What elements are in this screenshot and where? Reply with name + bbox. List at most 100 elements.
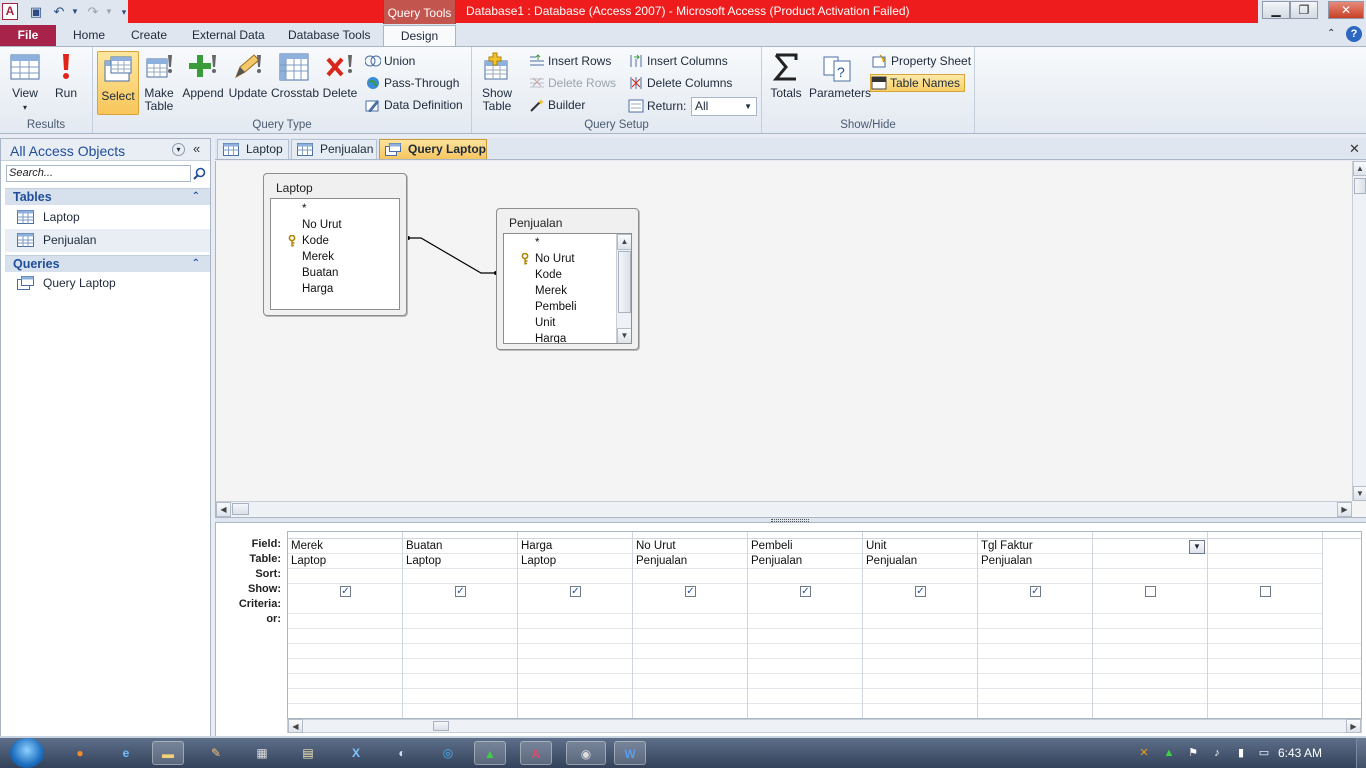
undo-dropdown-icon[interactable]: ▼ bbox=[66, 3, 84, 21]
grid-criteria-cell[interactable] bbox=[518, 599, 632, 614]
grid-table-cell[interactable]: Penjualan bbox=[748, 554, 862, 569]
grid-criteria-cell[interactable] bbox=[1208, 599, 1322, 614]
grid-horizontal-scrollbar[interactable]: ◀ ▶ bbox=[287, 719, 1362, 733]
doc-tab-penjualan[interactable]: Penjualan bbox=[291, 139, 377, 159]
field-item[interactable]: Merek bbox=[504, 283, 567, 299]
view-button[interactable]: View ▾ bbox=[6, 51, 44, 114]
field-dropdown-icon[interactable]: ▼ bbox=[1189, 540, 1205, 554]
collapse-section-icon[interactable]: ⌃ bbox=[192, 189, 200, 205]
field-list-title[interactable]: Penjualan bbox=[509, 216, 562, 230]
search-icon[interactable] bbox=[193, 167, 206, 180]
app-window-icon[interactable]: ◉ bbox=[566, 741, 606, 765]
show-checkbox[interactable]: ✓ bbox=[1030, 586, 1041, 597]
show-checkbox[interactable] bbox=[1145, 586, 1156, 597]
field-item-key[interactable]: No Urut bbox=[504, 251, 575, 267]
grid-field-cell[interactable]: Merek bbox=[288, 539, 402, 554]
show-table-button[interactable]: Show Table bbox=[478, 51, 516, 113]
grid-or-cell[interactable] bbox=[1093, 614, 1207, 629]
network-signal-icon[interactable]: ▮ bbox=[1234, 746, 1248, 760]
parameters-button[interactable]: ? Parameters bbox=[809, 51, 871, 100]
maximize-button[interactable]: ❐ bbox=[1290, 1, 1318, 19]
nav-menu-dropdown-icon[interactable]: ▾ bbox=[172, 143, 185, 156]
grid-column[interactable]: Merek Laptop ✓ bbox=[288, 532, 403, 718]
nav-item-query-laptop[interactable]: Query Laptop bbox=[5, 272, 210, 295]
delete-columns-button[interactable]: Delete Columns bbox=[628, 75, 732, 91]
field-list-scrollbar[interactable]: ▲ ▼ bbox=[616, 234, 631, 343]
scroll-up-icon[interactable]: ▲ bbox=[617, 234, 631, 250]
green-triangle-app-icon[interactable]: ▲ bbox=[474, 741, 506, 765]
scroll-thumb[interactable] bbox=[1354, 178, 1366, 194]
collapse-nav-icon[interactable]: « bbox=[193, 141, 200, 156]
close-document-icon[interactable]: ✕ bbox=[1349, 141, 1360, 157]
volume-icon[interactable]: ♪ bbox=[1210, 746, 1224, 760]
field-item-key[interactable]: Kode bbox=[271, 233, 329, 249]
nav-pane-title[interactable]: All Access Objects bbox=[10, 143, 125, 159]
field-item[interactable]: Harga bbox=[504, 331, 566, 343]
doc-tab-laptop[interactable]: Laptop bbox=[217, 139, 289, 159]
start-button-windows-icon[interactable] bbox=[10, 738, 44, 768]
grid-column[interactable] bbox=[1208, 532, 1323, 718]
minimize-button[interactable]: ▁ bbox=[1262, 1, 1290, 19]
grid-criteria-cell[interactable] bbox=[863, 599, 977, 614]
field-item[interactable]: Pembeli bbox=[504, 299, 577, 315]
scroll-up-icon[interactable]: ▲ bbox=[1353, 161, 1366, 176]
grid-field-cell[interactable]: Unit bbox=[863, 539, 977, 554]
grid-sort-cell[interactable] bbox=[863, 569, 977, 584]
design-pane-horizontal-scrollbar[interactable]: ◀ ▶ bbox=[216, 501, 1352, 517]
grid-column[interactable]: Tgl Faktur Penjualan ✓ bbox=[978, 532, 1093, 718]
grid-or-cell[interactable] bbox=[978, 614, 1092, 629]
field-item[interactable]: Unit bbox=[504, 315, 555, 331]
field-item[interactable]: * bbox=[271, 201, 306, 217]
grid-or-cell[interactable] bbox=[863, 614, 977, 629]
grid-or-cell[interactable] bbox=[403, 614, 517, 629]
scroll-right-icon[interactable]: ▶ bbox=[1337, 502, 1352, 517]
scroll-left-icon[interactable]: ◀ bbox=[216, 502, 231, 517]
nav-item-laptop[interactable]: Laptop bbox=[5, 206, 210, 229]
grid-criteria-cell[interactable] bbox=[978, 599, 1092, 614]
taskbar-clock[interactable]: 6:43 AM bbox=[1278, 746, 1322, 760]
grid-sort-cell[interactable] bbox=[518, 569, 632, 584]
field-item[interactable]: No Urut bbox=[271, 217, 342, 233]
grid-or-cell[interactable] bbox=[288, 614, 402, 629]
minimize-ribbon-icon[interactable]: ⌃ bbox=[1327, 28, 1335, 39]
make-table-button[interactable]: Make Table bbox=[141, 51, 177, 113]
calculator-icon[interactable]: ▦ bbox=[246, 741, 278, 765]
design-pane-vertical-scrollbar[interactable]: ▲ ▼ bbox=[1352, 161, 1366, 501]
tab-file[interactable]: File bbox=[0, 25, 56, 46]
show-checkbox[interactable]: ✓ bbox=[800, 586, 811, 597]
grid-table-cell[interactable]: Penjualan bbox=[863, 554, 977, 569]
show-checkbox[interactable]: ✓ bbox=[455, 586, 466, 597]
grid-field-cell[interactable]: No Urut bbox=[633, 539, 747, 554]
grid-column[interactable]: Unit Penjualan ✓ bbox=[863, 532, 978, 718]
grid-sort-cell[interactable] bbox=[1208, 569, 1322, 584]
file-explorer-icon[interactable]: ▬ bbox=[152, 741, 184, 765]
action-center-flag-icon[interactable]: ⚑ bbox=[1186, 746, 1200, 760]
append-button[interactable]: Append bbox=[181, 51, 225, 100]
scroll-right-icon[interactable]: ▶ bbox=[1346, 719, 1361, 733]
nav-search-input[interactable]: Search... bbox=[6, 165, 191, 182]
grid-field-cell[interactable] bbox=[1208, 539, 1322, 554]
delete-rows-button[interactable]: Delete Rows bbox=[529, 75, 616, 91]
field-list-title[interactable]: Laptop bbox=[276, 181, 313, 195]
grid-or-cell[interactable] bbox=[1208, 614, 1322, 629]
field-item[interactable]: Harga bbox=[271, 281, 333, 297]
grid-field-cell[interactable]: Tgl Faktur bbox=[978, 539, 1092, 554]
field-list-laptop[interactable]: Laptop * No Urut Kode Merek Buatan Harga bbox=[263, 173, 407, 316]
grid-criteria-cell[interactable] bbox=[288, 599, 402, 614]
show-checkbox[interactable]: ✓ bbox=[915, 586, 926, 597]
close-button[interactable]: ✕ bbox=[1328, 1, 1364, 19]
data-definition-button[interactable]: Data Definition bbox=[365, 97, 463, 113]
grid-sort-cell[interactable] bbox=[288, 569, 402, 584]
field-item[interactable]: Kode bbox=[504, 267, 562, 283]
union-button[interactable]: Union bbox=[365, 53, 415, 69]
grid-field-cell[interactable]: Buatan bbox=[403, 539, 517, 554]
access-app-icon[interactable]: A bbox=[2, 3, 18, 20]
tab-database-tools[interactable]: Database Tools bbox=[288, 28, 371, 42]
firefox-icon[interactable]: ● bbox=[64, 741, 96, 765]
grid-or-cell[interactable] bbox=[633, 614, 747, 629]
nav-pane-header[interactable]: All Access Objects ▾ « bbox=[1, 139, 210, 161]
grid-sort-cell[interactable] bbox=[748, 569, 862, 584]
grid-table-cell[interactable]: Laptop bbox=[403, 554, 517, 569]
media-app-icon[interactable]: ◐ bbox=[386, 741, 418, 765]
help-icon[interactable]: ? bbox=[1346, 26, 1362, 42]
